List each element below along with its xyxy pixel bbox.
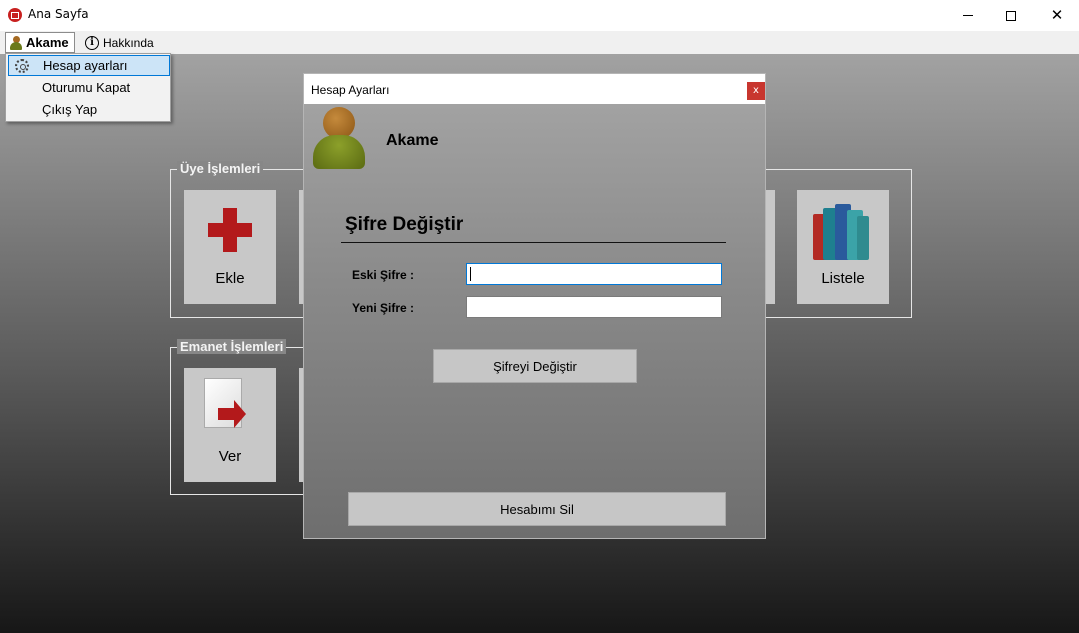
delete-account-button[interactable]: Hesabımı Sil — [348, 492, 726, 526]
user-icon — [10, 35, 22, 50]
gear-icon — [15, 58, 29, 73]
info-icon: i — [85, 35, 99, 50]
change-password-button[interactable]: Şifreyi Değiştir — [433, 349, 637, 383]
about-menu[interactable]: i Hakkında — [85, 33, 154, 52]
dialog-title: Hesap Ayarları — [311, 83, 390, 97]
maximize-button[interactable] — [988, 0, 1034, 31]
menu-item-account-settings[interactable]: Hesap ayarları — [8, 55, 170, 76]
loan-operations-group: Emanet İşlemleri Ver — [170, 339, 311, 495]
add-member-tile[interactable]: Ekle — [184, 190, 276, 304]
give-loan-label: Ver — [218, 448, 242, 465]
window-titlebar: Ana Sayfa ✕ — [0, 0, 1079, 31]
add-member-label: Ekle — [215, 270, 245, 287]
menu-item-label: Oturumu Kapat — [42, 80, 131, 95]
menu-bar: Akame i Hakkında — [0, 31, 1079, 54]
menu-item-label: Çıkış Yap — [42, 102, 98, 117]
menu-item-label: Hesap ayarları — [43, 58, 128, 73]
user-menu-label: Akame — [26, 35, 69, 50]
menu-item-exit[interactable]: Çıkış Yap — [8, 99, 170, 120]
heading-divider — [341, 242, 726, 243]
book-app-icon — [8, 8, 22, 22]
account-settings-dialog: Hesap Ayarları x Akame Şifre Değiştir Es… — [303, 73, 766, 539]
loan-group-title: Emanet İşlemleri — [177, 339, 287, 354]
minimize-icon — [963, 15, 973, 16]
minimize-button[interactable] — [945, 0, 991, 31]
list-members-label: Listele — [821, 270, 865, 287]
old-password-label: Eski Şifre : — [352, 268, 415, 282]
dialog-close-button[interactable]: x — [747, 82, 765, 100]
text-caret — [470, 267, 471, 281]
document-arrow-icon — [204, 378, 258, 436]
books-icon — [813, 202, 873, 260]
old-password-field[interactable] — [466, 263, 722, 285]
close-icon: ✕ — [1050, 6, 1064, 24]
user-dropdown-menu: Hesap ayarları Oturumu Kapat Çıkış Yap — [5, 53, 171, 122]
new-password-label: Yeni Şifre : — [352, 301, 415, 315]
dialog-username: Akame — [386, 132, 439, 149]
change-password-heading: Şifre Değiştir — [345, 214, 464, 235]
user-avatar-icon — [313, 107, 365, 169]
list-members-tile[interactable]: Listele — [797, 190, 889, 304]
new-password-field[interactable] — [466, 296, 722, 318]
about-menu-label: Hakkında — [103, 35, 154, 50]
window-title: Ana Sayfa — [28, 7, 89, 21]
dialog-titlebar: Hesap Ayarları x — [304, 74, 765, 104]
member-group-title: Üye İşlemleri — [177, 161, 264, 176]
user-menu[interactable]: Akame — [5, 32, 75, 53]
window-close-button[interactable]: ✕ — [1034, 0, 1079, 31]
plus-icon — [208, 208, 252, 252]
menu-item-logout[interactable]: Oturumu Kapat — [8, 77, 170, 98]
maximize-icon — [1006, 10, 1016, 21]
give-loan-tile[interactable]: Ver — [184, 368, 276, 482]
